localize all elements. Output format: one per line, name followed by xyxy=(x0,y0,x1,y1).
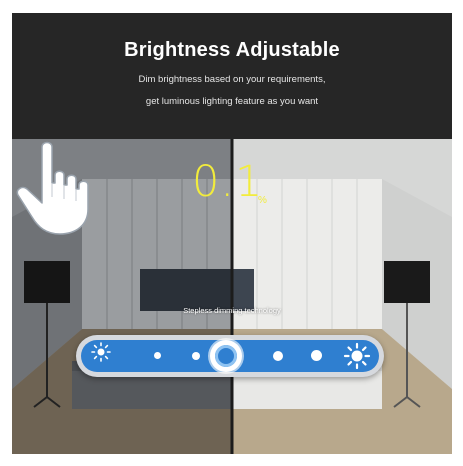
slider-step-dot[interactable] xyxy=(311,350,322,361)
banner-title: Brightness Adjustable xyxy=(124,39,340,61)
banner-header: Brightness Adjustable Dim brightness bas… xyxy=(12,13,452,139)
slider-step-dot[interactable] xyxy=(273,351,283,361)
sun-small-icon[interactable] xyxy=(89,340,113,364)
slider-step-dot[interactable] xyxy=(154,352,161,359)
slider-track[interactable] xyxy=(81,340,379,372)
brightness-slider[interactable] xyxy=(76,335,384,377)
sun-large-icon[interactable] xyxy=(343,342,371,370)
product-banner: Brightness Adjustable Dim brightness bas… xyxy=(12,13,452,454)
pointing-hand-icon xyxy=(16,141,89,235)
room-scene: 0.1 % Stepless dimming technology xyxy=(12,139,452,454)
dimming-caption: Stepless dimming technology xyxy=(183,306,281,315)
banner-subtitle-line-2: get luminous lighting feature as you wan… xyxy=(145,96,319,107)
slider-step-dot[interactable] xyxy=(192,352,200,360)
banner-subtitle-line-1: Dim brightness based on your requirement… xyxy=(138,74,326,85)
slider-knob[interactable] xyxy=(210,340,242,372)
slider-knob-center xyxy=(215,345,237,367)
brightness-value: 0.1 xyxy=(192,157,264,207)
brightness-unit: % xyxy=(258,195,267,206)
